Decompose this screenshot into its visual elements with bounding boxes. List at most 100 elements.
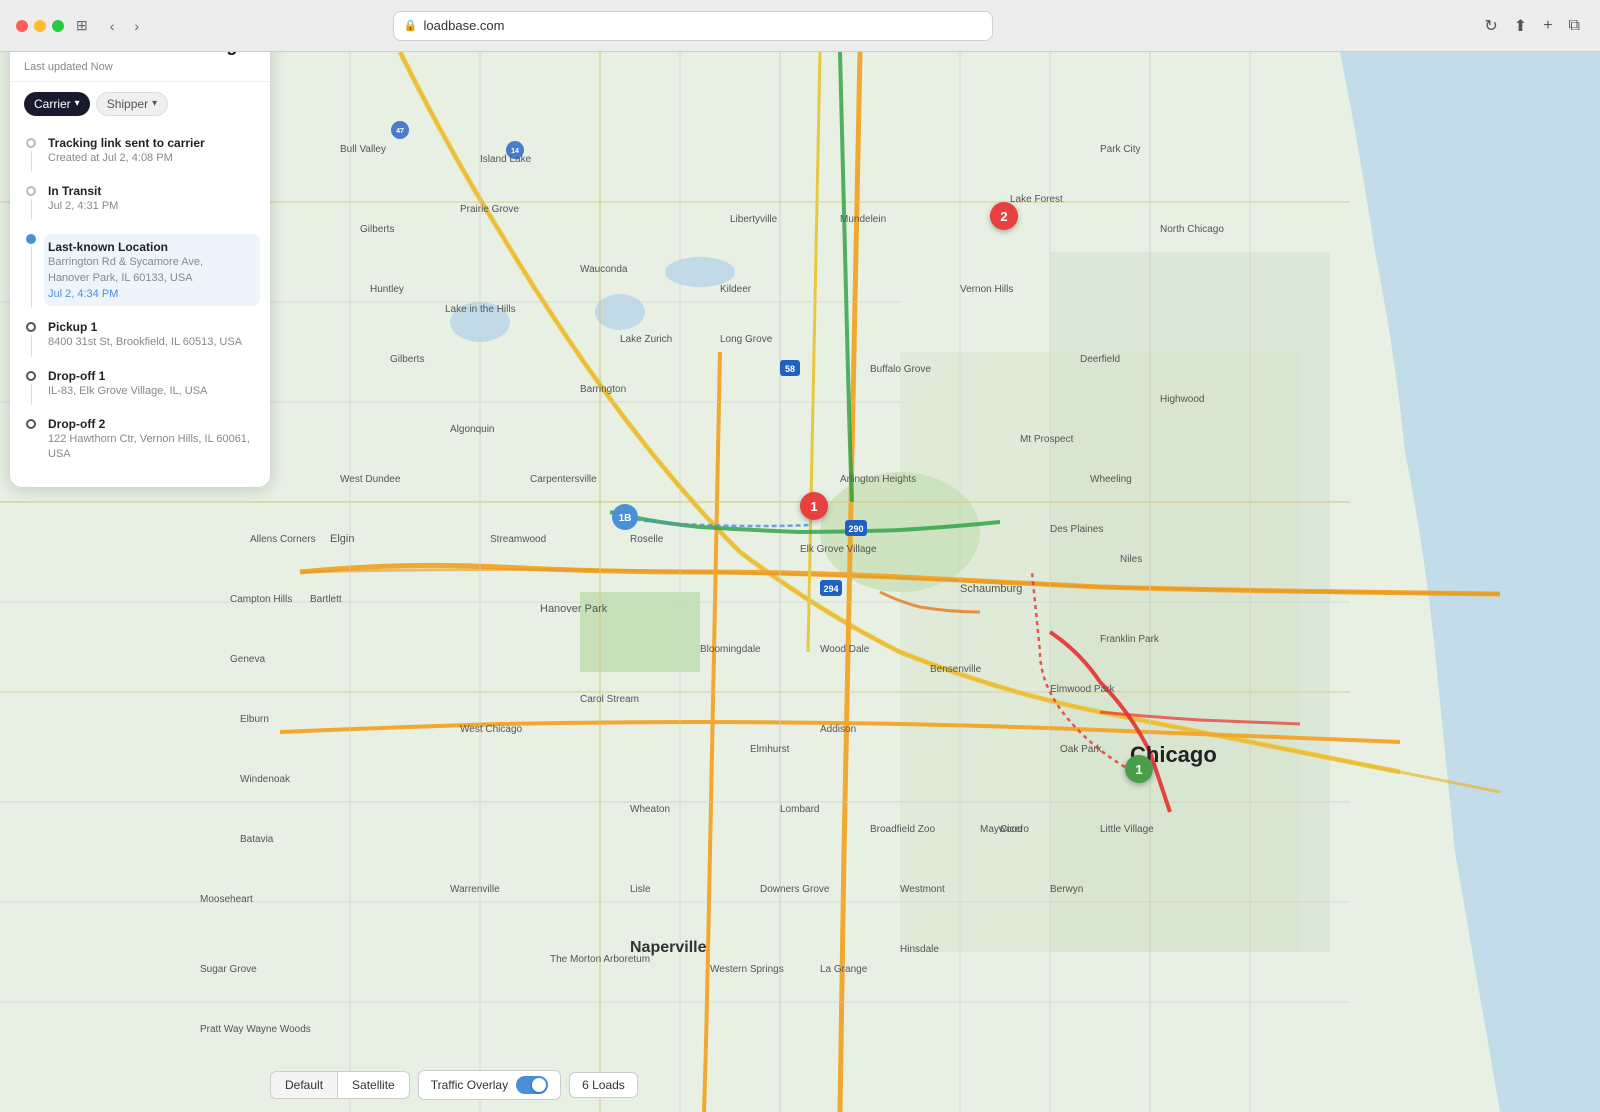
svg-text:Niles: Niles <box>1120 554 1142 565</box>
shipper-chevron: ▾ <box>152 98 157 109</box>
browser-chrome: ⊞ ‹ › 🔒 loadbase.com ↻ ⬆ + ⧉ <box>0 0 1600 52</box>
svg-text:Geneva: Geneva <box>230 654 265 665</box>
timeline-dot-pickup1 <box>26 322 36 332</box>
timeline-connector-pickup1 <box>31 335 32 356</box>
svg-text:Highwood: Highwood <box>1160 394 1204 405</box>
svg-text:Elmhurst: Elmhurst <box>750 744 790 755</box>
reload-button[interactable]: ↻ <box>1480 12 1501 40</box>
timeline-connector <box>31 151 32 172</box>
svg-text:Prairie Grove: Prairie Grove <box>460 204 519 215</box>
timeline-line-dropoff1 <box>24 369 38 405</box>
svg-text:Mundelein: Mundelein <box>840 214 886 225</box>
svg-text:Buffalo Grove: Buffalo Grove <box>870 364 931 375</box>
svg-text:Bartlett: Bartlett <box>310 594 342 605</box>
svg-text:West Chicago: West Chicago <box>460 724 523 735</box>
svg-text:West Dundee: West Dundee <box>340 474 401 485</box>
svg-text:Cicero: Cicero <box>1000 824 1029 835</box>
timeline-content-tracking: Tracking link sent to carrier Created at… <box>48 136 256 172</box>
pickup1-desc: 8400 31st St, Brookfield, IL 60513, USA <box>48 335 256 350</box>
svg-text:Elmwood Park: Elmwood Park <box>1050 684 1115 695</box>
marker-green-1[interactable]: 1 <box>1125 755 1153 783</box>
svg-text:Western Springs: Western Springs <box>710 964 784 975</box>
location-desc: Barrington Rd & Sycamore Ave,Hanover Par… <box>48 255 256 286</box>
timeline-item-dropoff2: Drop-off 2 122 Hawthorn Ctr, Vernon Hill… <box>24 411 256 475</box>
tracking-title: Tracking link sent to carrier <box>48 136 256 150</box>
marker-red-1[interactable]: 1 <box>800 492 828 520</box>
svg-text:Allens Corners: Allens Corners <box>250 534 316 545</box>
timeline-content-pickup1: Pickup 1 8400 31st St, Brookfield, IL 60… <box>48 320 256 356</box>
svg-text:Carpentersville: Carpentersville <box>530 474 597 485</box>
map-bottom-bar: Default Satellite Traffic Overlay 6 Load… <box>270 1070 1580 1100</box>
dropoff2-title: Drop-off 2 <box>48 417 256 431</box>
timeline-line-transit <box>24 184 38 220</box>
tab-carrier[interactable]: Carrier ▾ <box>24 92 90 116</box>
timeline-connector-location <box>31 247 32 308</box>
svg-text:Broadfield Zoo: Broadfield Zoo <box>870 824 935 835</box>
dropoff1-title: Drop-off 1 <box>48 369 256 383</box>
timeline-content-transit: In Transit Jul 2, 4:31 PM <box>48 184 256 220</box>
timeline-line-location <box>24 232 38 308</box>
svg-text:Windenoak: Windenoak <box>240 774 291 785</box>
svg-text:Park City: Park City <box>1100 144 1141 155</box>
svg-text:Berwyn: Berwyn <box>1050 884 1083 895</box>
svg-text:Arlington Heights: Arlington Heights <box>840 474 916 485</box>
map-satellite-button[interactable]: Satellite <box>337 1071 410 1099</box>
minimize-button[interactable] <box>34 20 46 32</box>
traffic-toggle[interactable]: Traffic Overlay <box>418 1070 561 1100</box>
svg-text:Bull Valley: Bull Valley <box>340 144 386 155</box>
url-text: loadbase.com <box>424 18 505 33</box>
sidebar-toggle-button[interactable]: ⊞ <box>72 13 92 38</box>
dropoff1-desc: IL-83, Elk Grove Village, IL, USA <box>48 384 256 399</box>
svg-text:47: 47 <box>396 128 404 135</box>
share-button[interactable]: ⬆ <box>1510 12 1531 40</box>
timeline-line-pickup1 <box>24 320 38 356</box>
location-time: Jul 2, 4:34 PM <box>48 288 256 300</box>
tab-overview-button[interactable]: ⧉ <box>1565 13 1584 39</box>
lock-icon: 🔒 <box>404 19 418 32</box>
nav-back-button[interactable]: ‹ <box>104 14 121 38</box>
svg-text:Schaumburg: Schaumburg <box>960 583 1022 595</box>
close-button[interactable] <box>16 20 28 32</box>
tab-shipper[interactable]: Shipper ▾ <box>96 92 168 116</box>
svg-text:Franklin Park: Franklin Park <box>1100 634 1160 645</box>
svg-text:La Grange: La Grange <box>820 964 868 975</box>
marker-current-location[interactable]: 1B <box>612 504 638 543</box>
timeline-dot-location <box>26 234 36 244</box>
svg-text:Hanover Park: Hanover Park <box>540 603 608 615</box>
traffic-switch[interactable] <box>516 1076 548 1094</box>
pickup1-title: Pickup 1 <box>48 320 256 334</box>
svg-text:1B: 1B <box>619 513 632 524</box>
svg-text:Barrington: Barrington <box>580 384 626 395</box>
timeline-dot-transit <box>26 186 36 196</box>
maximize-button[interactable] <box>52 20 64 32</box>
timeline-content-location: Last-known Location Barrington Rd & Syca… <box>44 234 260 306</box>
timeline-connector-dropoff1 <box>31 384 32 405</box>
shipper-tab-label: Shipper <box>107 97 148 111</box>
location-title: Last-known Location <box>48 240 256 254</box>
svg-text:Kildeer: Kildeer <box>720 284 752 295</box>
svg-text:Algonquin: Algonquin <box>450 424 494 435</box>
svg-text:Wauconda: Wauconda <box>580 264 628 275</box>
svg-text:Bloomingdale: Bloomingdale <box>700 644 761 655</box>
svg-text:Long Grove: Long Grove <box>720 334 773 345</box>
timeline-item-location: Last-known Location Barrington Rd & Syca… <box>24 226 256 314</box>
marker-red-2[interactable]: 2 <box>990 202 1018 230</box>
svg-text:58: 58 <box>785 364 795 374</box>
toggle-knob <box>532 1078 546 1092</box>
svg-text:Warrenville: Warrenville <box>450 884 500 895</box>
carrier-chevron: ▾ <box>75 98 80 109</box>
last-updated: Last updated Now <box>24 61 256 73</box>
map-default-button[interactable]: Default <box>270 1071 337 1099</box>
dropoff2-desc: 122 Hawthorn Ctr, Vernon Hills, IL 60061… <box>48 432 256 463</box>
carrier-tab-label: Carrier <box>34 97 71 111</box>
svg-text:Pratt Way Wayne Woods: Pratt Way Wayne Woods <box>200 1024 311 1035</box>
timeline-content-dropoff2: Drop-off 2 122 Hawthorn Ctr, Vernon Hill… <box>48 417 256 469</box>
nav-forward-button[interactable]: › <box>128 14 145 38</box>
tracking-desc: Created at Jul 2, 4:08 PM <box>48 151 256 166</box>
svg-text:Hinsdale: Hinsdale <box>900 944 939 955</box>
new-tab-button[interactable]: + <box>1539 13 1556 39</box>
timeline-item-dropoff1: Drop-off 1 IL-83, Elk Grove Village, IL,… <box>24 363 256 411</box>
address-bar[interactable]: 🔒 loadbase.com <box>393 11 993 41</box>
svg-text:Island Lake: Island Lake <box>480 154 532 165</box>
svg-text:Batavia: Batavia <box>240 834 274 845</box>
